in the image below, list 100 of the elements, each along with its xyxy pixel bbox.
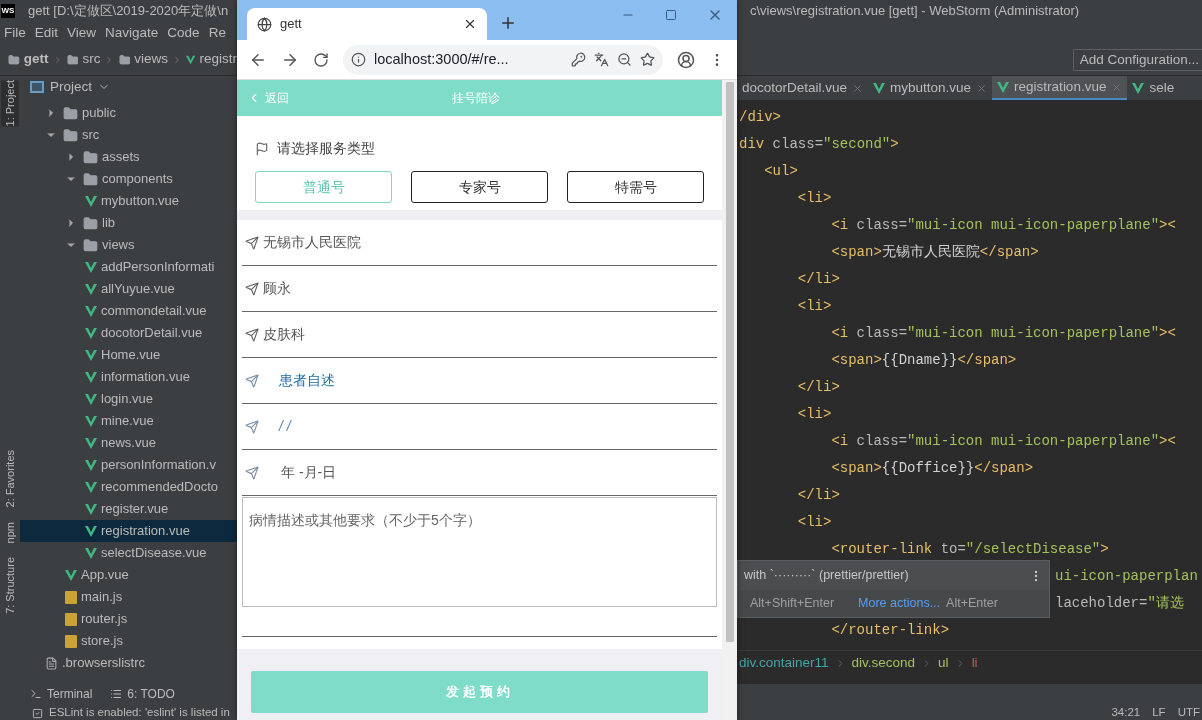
folder-icon (83, 171, 98, 187)
vue-file-icon (186, 54, 196, 65)
code-line: <li> (796, 189, 832, 208)
service-type-button[interactable]: 特需号 (567, 171, 704, 203)
vue-file-icon (997, 81, 1010, 93)
tree-item[interactable]: docotorDetail.vue (20, 322, 237, 344)
js-file-icon (65, 612, 77, 626)
tree-item[interactable]: addPersonInformati (20, 256, 237, 278)
tree-item[interactable]: lib (20, 212, 237, 234)
translate-icon[interactable] (594, 52, 609, 67)
description-field[interactable]: 病情描述或其他要求（不少于5个字） (242, 497, 717, 607)
panel-title[interactable]: Project (50, 76, 93, 98)
tool-window-tab[interactable]: npm (1, 521, 19, 544)
maximize-icon[interactable] (665, 9, 677, 21)
file-name: recommendedDocto (101, 478, 219, 497)
tree-item[interactable]: news.vue (20, 432, 237, 454)
form-row[interactable]: / / (242, 404, 717, 450)
file-name: mybutton.vue (101, 192, 180, 211)
tree-item[interactable]: mine.vue (20, 410, 237, 432)
tree-item[interactable]: login.vue (20, 388, 237, 410)
more-actions-link[interactable]: More actions... (858, 594, 941, 613)
tool-tab[interactable]: 6: TODO (110, 685, 175, 703)
tree-item[interactable]: .browserslistrc (20, 652, 237, 674)
folder-icon (66, 52, 79, 67)
tree-item[interactable]: mybutton.vue (20, 190, 237, 212)
form-row[interactable]: 年 -月-日 (242, 450, 717, 496)
vue-file-icon (85, 415, 97, 427)
editor-tab[interactable]: mybutton.vue (868, 76, 993, 100)
tree-item[interactable]: commondetail.vue (20, 300, 237, 322)
reload-icon[interactable] (313, 51, 329, 68)
editor-tab[interactable]: docotorDetail.vue (737, 76, 869, 100)
file-name: assets (102, 148, 140, 167)
path-item[interactable]: src (82, 49, 101, 70)
breadcrumb-item[interactable]: div.second (851, 653, 916, 674)
editor-tab[interactable]: sele (1127, 76, 1180, 100)
account-icon[interactable] (677, 50, 695, 69)
add-configuration-button[interactable]: Add Configuration... (1072, 48, 1202, 71)
breadcrumb-item[interactable]: li (971, 653, 978, 674)
tree-item[interactable]: components (20, 168, 237, 190)
file-name: allYuyue.vue (101, 280, 175, 299)
editor-tab[interactable]: registration.vue (992, 76, 1128, 100)
bookmark-star-icon[interactable] (640, 52, 655, 67)
vue-file-icon (85, 349, 97, 361)
tree-item[interactable]: registration.vue (20, 520, 237, 542)
vue-file-icon (85, 393, 97, 405)
address-bar[interactable]: localhost:3000/#/re... (343, 44, 663, 75)
tree-item[interactable]: src (20, 124, 237, 146)
file-name: registration.vue (101, 522, 190, 541)
vue-file-icon (85, 437, 97, 449)
tree-item[interactable]: selectDisease.vue (20, 542, 237, 564)
tool-tab[interactable]: Terminal (30, 685, 93, 703)
scrollbar[interactable] (722, 80, 737, 720)
path-item[interactable]: views (134, 49, 169, 70)
shortcut-hint: Alt+Enter (946, 595, 998, 613)
tool-window-tab[interactable]: 7: Structure (1, 557, 19, 615)
path-item[interactable]: gett (23, 49, 49, 70)
menu-item[interactable]: Navigate (105, 22, 159, 44)
menu-item[interactable]: File (4, 22, 26, 44)
tree-item[interactable]: views (20, 234, 237, 256)
code-line: </li> (796, 270, 840, 289)
tool-window-tab[interactable]: 1: Project (1, 80, 19, 127)
tree-item[interactable]: public (20, 102, 237, 124)
tree-item[interactable]: register.vue (20, 498, 237, 520)
page-title: 挂号陪诊 (452, 90, 500, 107)
close-icon[interactable] (463, 17, 477, 31)
menu-item[interactable]: Edit (34, 22, 59, 44)
folder-icon (83, 149, 98, 165)
path-item[interactable]: registr (199, 49, 237, 70)
tree-item[interactable]: store.js (20, 630, 237, 652)
menu-item[interactable]: View (67, 22, 97, 44)
tree-item[interactable]: Home.vue (20, 344, 237, 366)
code-line: </li> (796, 486, 840, 505)
breadcrumb-item[interactable]: ul (938, 653, 949, 674)
menu-item[interactable]: Code (167, 22, 200, 44)
file-name: addPersonInformati (101, 258, 215, 277)
new-tab-icon[interactable] (499, 14, 517, 32)
browser-tab[interactable]: gett (247, 8, 487, 40)
tree-item[interactable]: main.js (20, 586, 237, 608)
key-icon[interactable] (571, 52, 586, 67)
tree-item[interactable]: router.js (20, 608, 237, 630)
code-line: laceholder="请选 (1055, 594, 1184, 613)
service-type-button[interactable]: 专家号 (411, 171, 548, 203)
breadcrumb-item[interactable]: div.container11 (739, 653, 829, 674)
file-name: docotorDetail.vue (101, 324, 203, 343)
tree-item[interactable]: recommendedDocto (20, 476, 237, 498)
tree-item[interactable]: personInformation.v (20, 454, 237, 476)
zoom-out-icon[interactable] (617, 52, 632, 67)
tree-item[interactable]: information.vue (20, 366, 237, 388)
code-line: <ul> (763, 162, 798, 181)
form-row[interactable]: 患者自述 (242, 358, 717, 404)
section-label: 请选择服务类型 (277, 139, 375, 158)
tree-item[interactable]: allYuyue.vue (20, 278, 237, 300)
tool-window-tab[interactable]: 2: Favorites (1, 450, 19, 508)
menu-item[interactable]: Re (208, 22, 226, 44)
tree-item[interactable]: App.vue (20, 564, 237, 586)
code-line: <router-link to="/selectDisease"> (830, 540, 1109, 559)
tree-item[interactable]: assets (20, 146, 237, 168)
vue-file-icon (85, 371, 97, 383)
vue-file-icon (873, 82, 886, 94)
paperplane-icon (245, 327, 259, 342)
